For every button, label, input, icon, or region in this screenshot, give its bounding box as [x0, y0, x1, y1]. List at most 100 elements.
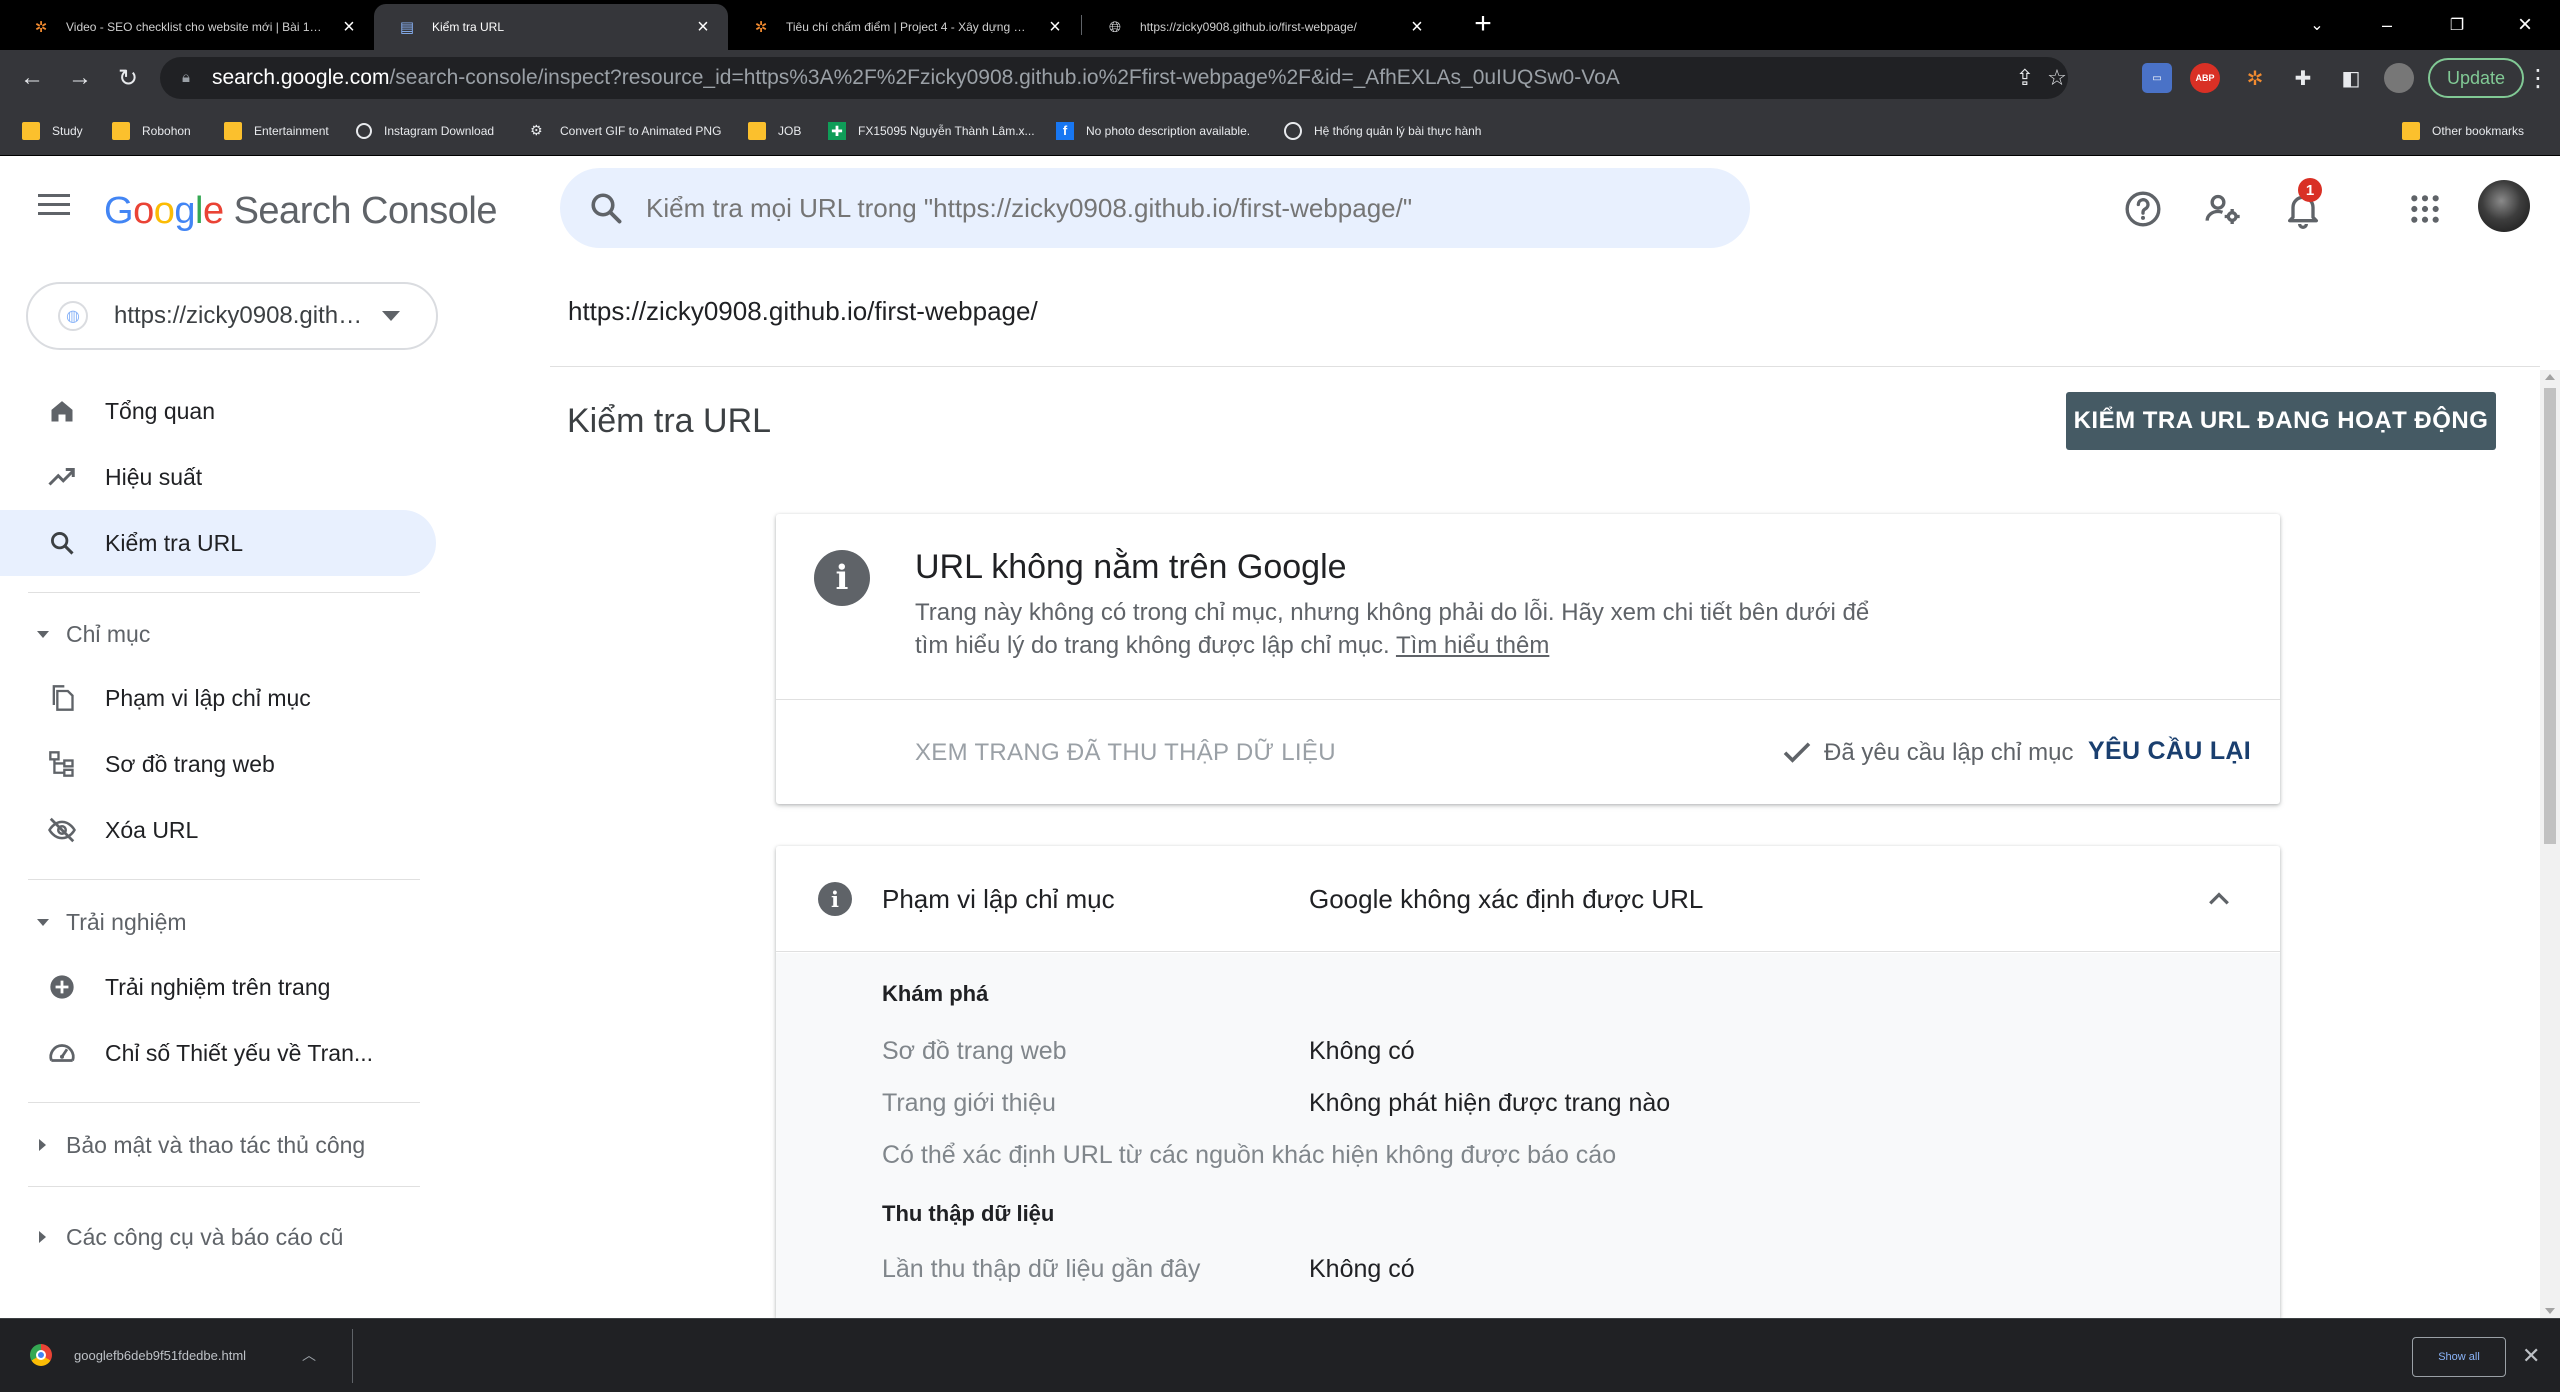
view-crawled-page-button[interactable]: XEM TRANG ĐÃ THU THẬP DỮ LIỆU — [915, 739, 1336, 767]
help-icon[interactable] — [2120, 186, 2166, 232]
folder-icon — [748, 122, 766, 140]
chevron-up-icon[interactable]: ︿ — [302, 1345, 316, 1365]
forward-icon[interactable]: → — [62, 60, 98, 96]
sidebar-item-performance[interactable]: Hiệu suất — [0, 444, 436, 510]
sidebar-item-index-coverage[interactable]: Phạm vi lập chỉ mục — [0, 665, 436, 731]
extension-icon[interactable]: ▭ — [2142, 63, 2172, 93]
sidebar-item-page-experience[interactable]: Trải nghiệm trên trang — [0, 954, 436, 1020]
coverage-header[interactable]: i Phạm vi lập chỉ mục Google không xác đ… — [776, 846, 2280, 952]
sidebar-item-sitemaps[interactable]: Sơ đồ trang web — [0, 731, 436, 797]
bookmark-label: Other bookmarks — [2432, 124, 2525, 138]
sidebar-item-removals[interactable]: Xóa URL — [0, 797, 436, 863]
close-download-bar-icon[interactable]: ✕ — [2522, 1343, 2540, 1369]
test-live-url-button[interactable]: KIỂM TRA URL ĐANG HOẠT ĐỘNG — [2066, 392, 2496, 450]
bookmark-label: FX15095 Nguyễn Thành Lâm.x... — [858, 124, 1035, 138]
minimize-button[interactable]: – — [2352, 0, 2422, 50]
main-menu-icon[interactable] — [38, 194, 70, 218]
scrollbar-thumb[interactable] — [2544, 388, 2556, 844]
bookmark-entertainment[interactable]: Entertainment — [224, 118, 329, 144]
section-experience[interactable]: Trải nghiệm — [0, 897, 436, 947]
status-description: Trang này không có trong chỉ mục, nhưng … — [915, 596, 1875, 662]
sidebar-item-url-inspection[interactable]: Kiểm tra URL — [0, 510, 436, 576]
section-legacy-tools[interactable]: Các công cụ và báo cáo cũ — [0, 1212, 436, 1262]
url-inspect-search[interactable] — [560, 168, 1750, 248]
bookmark-practice-system[interactable]: Hệ thống quản lý bài thực hành — [1284, 118, 1481, 144]
globe-favicon-icon: 🌐︎ — [1108, 18, 1121, 36]
bookmark-star-icon[interactable]: ☆ — [2040, 61, 2074, 95]
share-icon[interactable]: ⇪ — [2008, 61, 2042, 95]
sidebar-item-label: Sơ đồ trang web — [105, 750, 275, 777]
card-divider — [776, 699, 2280, 700]
tab-title: Tiêu chí chấm điểm | Project 4 - Xây dựn… — [786, 20, 1034, 34]
page-scrollbar[interactable] — [2540, 370, 2560, 1318]
tab-first-webpage[interactable]: 🌐︎ https://zicky0908.github.io/first-web… — [1082, 4, 1442, 50]
tab-grading-criteria[interactable]: ✲ Tiêu chí chấm điểm | Project 4 - Xây d… — [728, 4, 1080, 50]
section-label: Bảo mật và thao tác thủ công — [66, 1131, 366, 1158]
download-bar: googlefb6deb9f51fdedbe.html ︿ Show all ✕ — [0, 1318, 2560, 1392]
extensions-puzzle-icon[interactable]: ✚ — [2288, 63, 2318, 93]
show-all-downloads-button[interactable]: Show all — [2412, 1337, 2506, 1377]
chevron-up-icon[interactable] — [2204, 884, 2234, 914]
bookmark-robohon[interactable]: Robohon — [112, 118, 191, 144]
tab-url-inspection[interactable]: ▤ Kiểm tra URL × — [374, 4, 728, 50]
sidebar-item-label: Chỉ số Thiết yếu về Tran... — [105, 1039, 374, 1066]
adblock-plus-icon[interactable]: ABP — [2190, 63, 2220, 93]
other-bookmarks[interactable]: Other bookmarks — [2402, 118, 2524, 144]
chrome-file-icon — [30, 1344, 52, 1366]
bookmark-facebook[interactable]: f No photo description available. — [1056, 118, 1250, 144]
sidebar-item-label: Kiểm tra URL — [105, 529, 244, 556]
lock-icon: 🔒︎ — [182, 69, 190, 86]
apps-grid-icon[interactable] — [2402, 186, 2448, 232]
notification-count-badge: 1 — [2298, 178, 2322, 202]
side-panel-icon[interactable]: ◧ — [2336, 63, 2366, 93]
new-tab-button[interactable]: + — [1466, 8, 1500, 42]
request-again-button[interactable]: YÊU CẦU LẠI — [2088, 737, 2251, 766]
bookmark-instagram-download[interactable]: Instagram Download — [356, 118, 494, 144]
search-console-logo[interactable]: Google Search Console — [104, 190, 497, 233]
sidebar-item-overview[interactable]: Tổng quan — [0, 378, 436, 444]
restore-button[interactable]: ❐ — [2422, 0, 2492, 50]
page-title: Kiểm tra URL — [567, 402, 772, 440]
address-bar[interactable]: 🔒︎ search.google.com/search-console/insp… — [160, 57, 2068, 99]
close-tab-icon[interactable]: × — [1044, 16, 1066, 38]
bookmark-fx15095[interactable]: ✚ FX15095 Nguyễn Thành Lâm.x... — [828, 118, 1035, 144]
scroll-up-arrow-icon[interactable] — [2545, 374, 2555, 380]
bookmark-study[interactable]: Study — [22, 118, 83, 144]
search-input[interactable] — [646, 192, 1646, 224]
sidebar-divider — [28, 592, 420, 593]
referring-page-label: Trang giới thiệu — [882, 1089, 1056, 1117]
back-icon[interactable]: ← — [14, 60, 50, 96]
property-selector[interactable]: ◍ https://zicky0908.github.io/first-webp… — [26, 282, 438, 350]
update-button[interactable]: Update — [2428, 58, 2524, 98]
close-tab-icon[interactable]: × — [1406, 16, 1428, 38]
funix-favicon-icon: ✲ — [34, 19, 48, 36]
folder-icon — [224, 122, 242, 140]
bookmark-convert-gif[interactable]: ⚙ Convert GIF to Animated PNG — [530, 118, 721, 144]
sidebar-item-core-web-vitals[interactable]: Chỉ số Thiết yếu về Tran... — [0, 1020, 436, 1086]
tab-search-icon[interactable]: ⌄ — [2282, 0, 2352, 50]
menu-kebab-icon[interactable]: ⋮ — [2520, 60, 2556, 96]
reload-icon[interactable]: ↻ — [110, 60, 146, 96]
learn-more-link[interactable]: Tìm hiểu thêm — [1396, 632, 1549, 659]
close-tab-icon[interactable]: × — [692, 16, 714, 38]
sidebar-item-label: Phạm vi lập chỉ mục — [105, 684, 311, 711]
funix-favicon-icon: ✲ — [754, 19, 768, 36]
sidebar-item-label: Tổng quan — [105, 397, 215, 424]
user-settings-icon[interactable] — [2200, 186, 2246, 232]
close-window-button[interactable]: × — [2490, 0, 2560, 50]
download-item[interactable]: googlefb6deb9f51fdedbe.html ︿ — [30, 1333, 316, 1377]
sidebar-item-label: Xóa URL — [105, 816, 199, 843]
section-index[interactable]: Chỉ mục — [0, 609, 436, 659]
property-url: https://zicky0908.github.io/first-webpag… — [114, 302, 364, 329]
profile-avatar-icon[interactable] — [2384, 63, 2414, 93]
dropdown-caret-icon — [382, 311, 400, 321]
tab-seo-video[interactable]: ✲ Video - SEO checklist cho website mới … — [8, 4, 374, 50]
status-title: URL không nằm trên Google — [915, 548, 1347, 586]
sitemaps-label: Sơ đồ trang web — [882, 1037, 1067, 1065]
account-avatar[interactable] — [2478, 180, 2530, 232]
funix-extension-icon[interactable]: ✲ — [2240, 63, 2270, 93]
scroll-down-arrow-icon[interactable] — [2545, 1308, 2555, 1314]
bookmark-job[interactable]: JOB — [748, 118, 801, 144]
close-tab-icon[interactable]: × — [338, 16, 360, 38]
section-security[interactable]: Bảo mật và thao tác thủ công — [0, 1120, 436, 1170]
